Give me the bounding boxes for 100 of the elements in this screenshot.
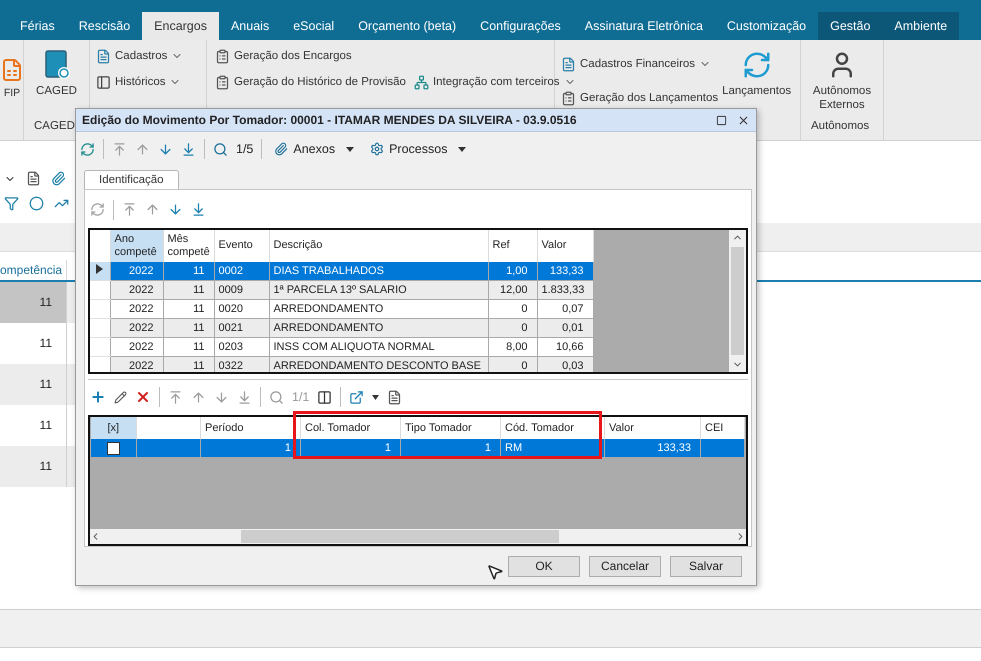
ribbon-command[interactable]: Geração do Histórico de Provisão (215, 72, 406, 92)
table-cell: DIAS TRABALHADOS (269, 262, 488, 280)
ribbon-dropdown[interactable]: Cadastros (96, 46, 184, 66)
table-cell: 2022 (110, 318, 163, 338)
table-cell: 0021 (214, 318, 269, 338)
circle-icon[interactable] (29, 196, 44, 211)
menu-dropdown-button[interactable]: Anexos (270, 142, 358, 156)
document-icon[interactable] (387, 390, 402, 405)
table-cell: 0 (488, 299, 537, 318)
column-header[interactable]: Valor (604, 417, 700, 439)
menu-tab[interactable]: Assinatura Eletrônica (572, 12, 715, 40)
column-header[interactable]: Cód. Tomador (500, 417, 604, 439)
maximize-icon[interactable] (716, 114, 727, 126)
menu-dropdown-button[interactable]: Processos (366, 142, 470, 156)
tab[interactable]: Identificação (84, 170, 179, 189)
column-header[interactable]: Período (200, 417, 300, 439)
close-icon[interactable] (737, 114, 750, 126)
clipboard-icon (561, 90, 576, 106)
search-icon[interactable] (269, 390, 284, 405)
refresh-icon[interactable] (80, 142, 95, 156)
table-cell: 10,66 (537, 337, 593, 356)
table-cell: 11 (0, 446, 66, 487)
table-cell: INSS COM ALIQUOTA NORMAL (269, 337, 488, 356)
paperclip-icon (274, 142, 288, 156)
menu-tab[interactable]: Encargos (142, 12, 219, 40)
menu-tab[interactable]: Customização (714, 12, 818, 40)
export-icon[interactable] (349, 390, 364, 405)
dialog-button[interactable]: Cancelar (589, 556, 661, 576)
table-cell: 0 (488, 356, 537, 372)
caret-icon[interactable] (372, 394, 380, 400)
ribbon-dropdown[interactable]: Cadastros Financeiros (561, 54, 718, 74)
table-cell: 8,00 (488, 337, 537, 356)
column-header[interactable]: CEI (700, 417, 744, 439)
table-cell: ARREDONDAMENTO (269, 299, 488, 318)
table-cell: 1 (200, 439, 300, 458)
book-refresh-icon (42, 50, 70, 80)
document-icon[interactable] (26, 171, 41, 186)
ribbon-command[interactable]: Geração dos Encargos (215, 46, 406, 66)
table-cell: 0002 (214, 262, 269, 280)
table-cell: 0203 (214, 337, 269, 356)
table-cell: 11 (163, 299, 214, 318)
record-counter: 1/5 (236, 142, 254, 156)
table-cell: 11 (163, 356, 214, 372)
row-pointer-icon (96, 264, 104, 274)
plus-icon[interactable] (90, 389, 106, 406)
dialog-title: Edição do Movimento Por Tomador: 00001 - ITAMAR MENDES DA SILVEIRA - 03.9.0516 (82, 113, 578, 127)
column-header[interactable]: Ref (488, 230, 537, 262)
menu-tab[interactable]: eSocial (281, 12, 346, 40)
dialog-button[interactable]: OK (508, 556, 580, 576)
menu-tab[interactable]: Ambiente (882, 12, 960, 40)
menu-tab[interactable]: Gestão (818, 12, 882, 40)
column-header[interactable]: Mês competê (163, 230, 214, 262)
funnel-icon[interactable] (4, 196, 19, 211)
table-cell: 0009 (214, 280, 269, 300)
menu-tab[interactable]: Férias (8, 12, 67, 40)
paperclip-icon[interactable] (51, 171, 66, 186)
column-header[interactable]: Ano competê (110, 230, 163, 262)
table-cell: 133,33 (537, 262, 593, 280)
table-cell: 2022 (110, 262, 163, 280)
caged-button[interactable]: CAGED (36, 46, 77, 120)
table-cell: 2022 (110, 337, 163, 356)
arrow-down-to-line-icon[interactable] (181, 142, 196, 156)
table-cell: 2022 (110, 280, 163, 300)
table-cell: 0,07 (537, 299, 593, 318)
arrow-down-icon[interactable] (168, 202, 183, 218)
ribbon-dropdown[interactable]: Históricos (96, 72, 184, 92)
search-icon[interactable] (213, 142, 228, 156)
table-cell: 0020 (214, 299, 269, 318)
column-header[interactable]: Descrição (269, 230, 488, 262)
table-cell: 133,33 (604, 439, 700, 458)
column-header[interactable]: Valor (537, 230, 593, 262)
autonomos-button[interactable]: Autônomos Externos (806, 46, 878, 120)
form-icon (215, 74, 230, 90)
column-header[interactable]: Col. Tomador (300, 417, 400, 439)
lancamentos-button[interactable]: Lançamentos (722, 46, 792, 140)
menu-tab[interactable]: Configurações (468, 12, 573, 40)
horizontal-scrollbar[interactable] (90, 529, 746, 544)
vertical-scrollbar[interactable] (729, 230, 746, 372)
column-header[interactable]: [x] (90, 417, 136, 439)
table-cell: 2022 (110, 356, 163, 372)
column-header[interactable]: Evento (214, 230, 269, 262)
refresh-icon[interactable] (90, 202, 105, 218)
table-cell: ARREDONDAMENTO DESCONTO BASE (269, 356, 488, 372)
arrow-down-to-line-icon[interactable] (191, 202, 206, 218)
checkbox[interactable] (107, 442, 120, 454)
pencil-icon[interactable] (114, 390, 127, 404)
column-header[interactable]: Tipo Tomador (400, 417, 500, 439)
table-cell: 1,00 (488, 262, 537, 280)
form-icon (215, 48, 230, 64)
table-cell: 1.833,33 (537, 280, 593, 300)
menu-tab[interactable]: Orçamento (beta) (346, 12, 468, 40)
columns-icon[interactable] (317, 390, 332, 405)
mouse-pointer-icon (486, 563, 504, 581)
gear-icon (370, 142, 384, 156)
arrow-down-icon[interactable] (158, 142, 173, 156)
column-header[interactable]: ompetência (0, 260, 67, 280)
ribbon-button[interactable]: FIP (0, 54, 24, 120)
menu-tab[interactable]: Anuais (218, 12, 282, 40)
menu-tab[interactable]: Rescisão (66, 12, 142, 40)
dialog-button[interactable]: Salvar (670, 556, 742, 576)
